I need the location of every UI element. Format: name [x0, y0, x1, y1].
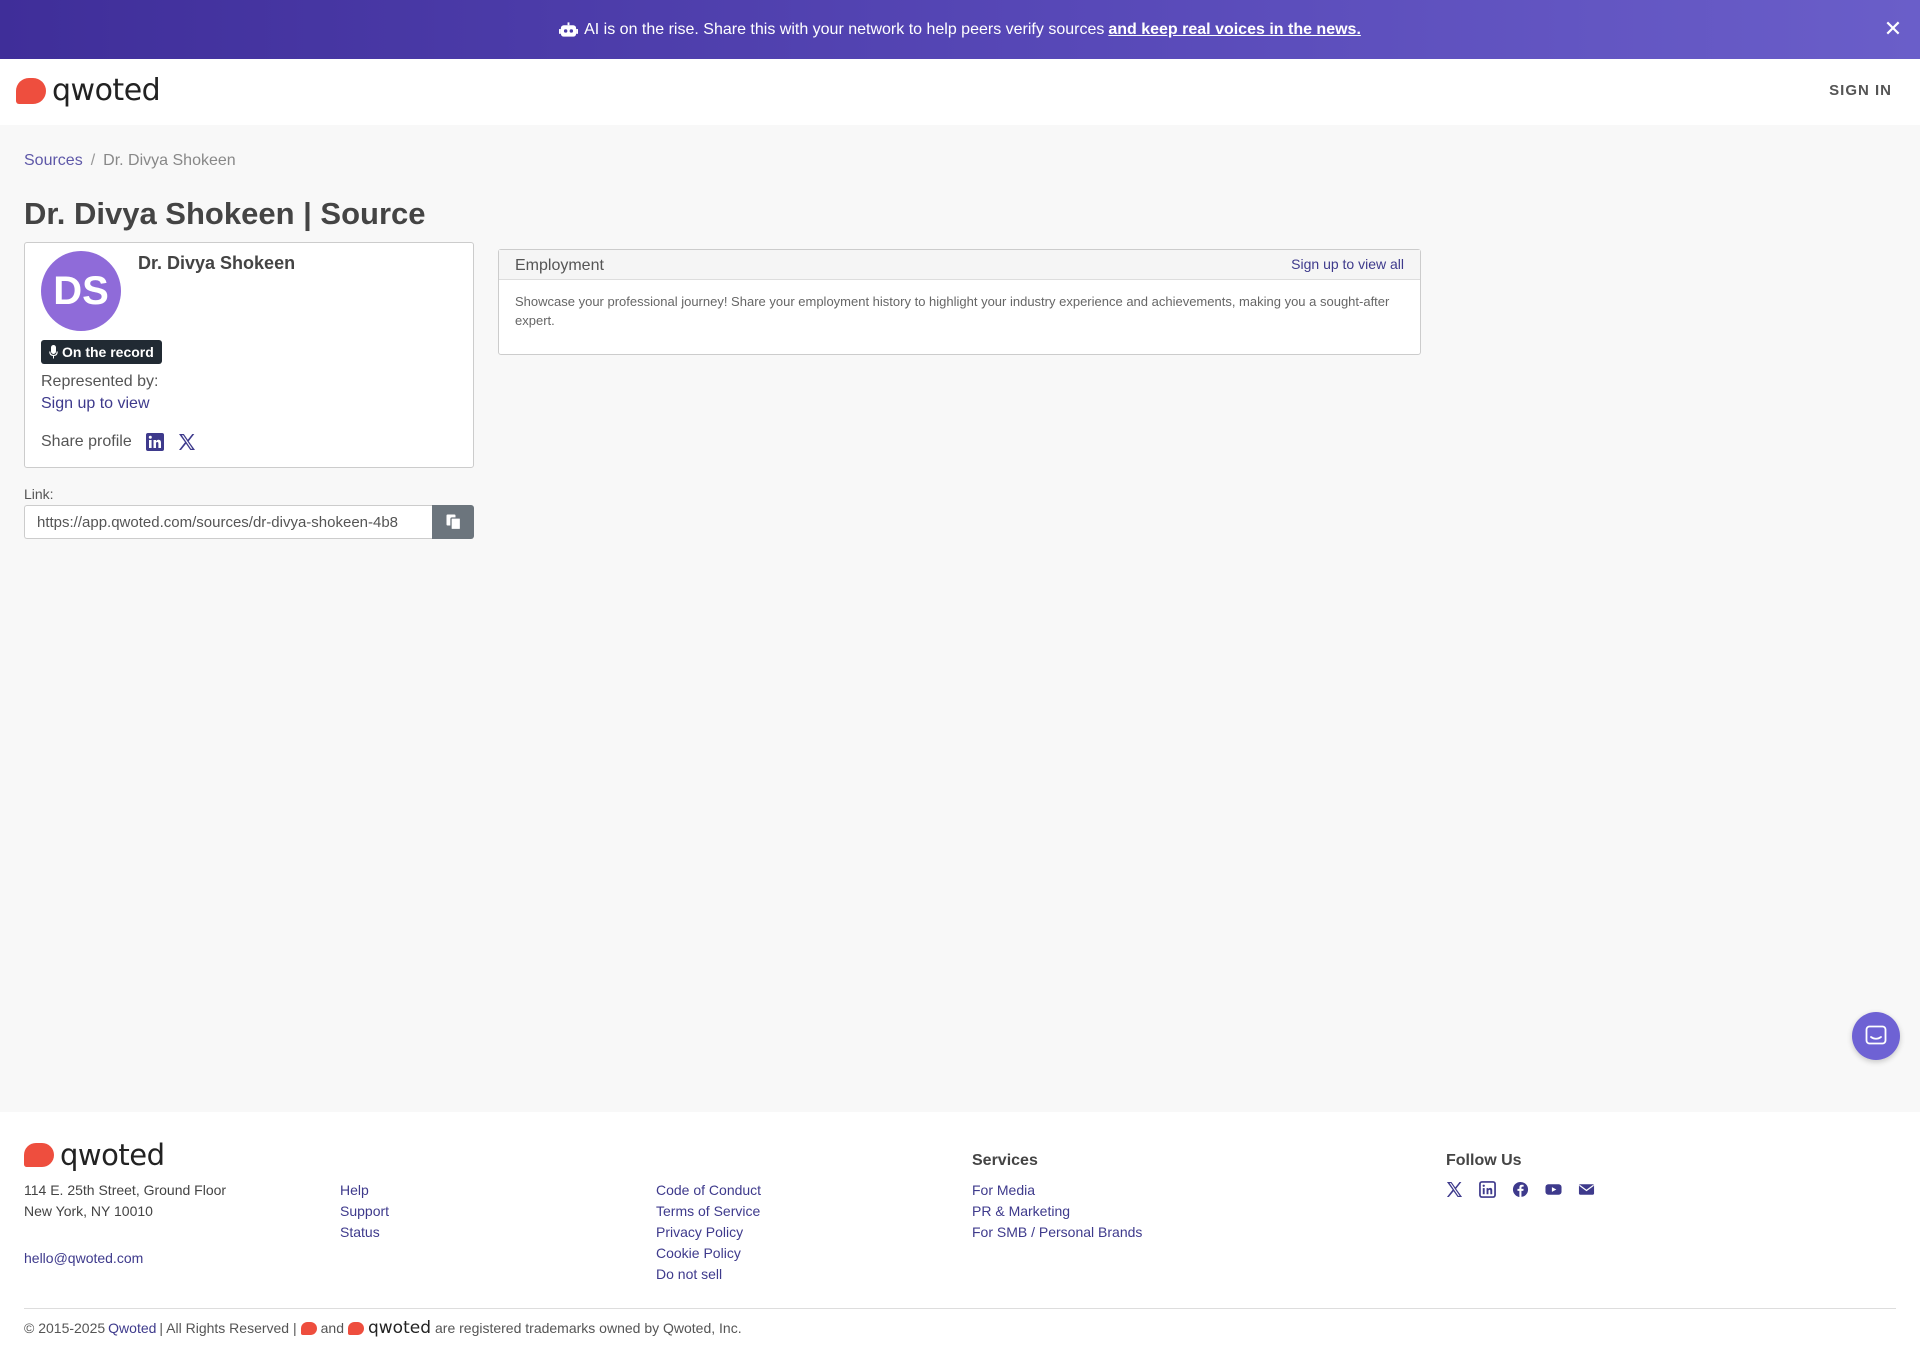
banner-message: AI is on the rise. Share this with your …: [584, 21, 1361, 39]
copy-link-button[interactable]: [432, 505, 474, 539]
robot-icon: [559, 21, 579, 37]
profile-name: Dr. Divya Shokeen: [138, 253, 296, 273]
link-label: Link:: [24, 486, 54, 502]
footer-link-pr-marketing[interactable]: PR & Marketing: [972, 1201, 1142, 1222]
logo-bubble-icon: [300, 1321, 317, 1335]
footer-link-support[interactable]: Support: [340, 1201, 389, 1222]
employment-signup-link[interactable]: Sign up to view all: [1291, 256, 1404, 272]
profile-card: DS Dr. Divya Shokeen On the record Repre…: [24, 242, 474, 468]
footer-link-cookie[interactable]: Cookie Policy: [656, 1243, 761, 1264]
footer: qwoted 114 E. 25th Street, Ground Floor …: [0, 1112, 1920, 1368]
share-profile-label: Share profile: [41, 433, 132, 450]
footer-email-link[interactable]: hello@qwoted.com: [24, 1250, 143, 1266]
footer-address: 114 E. 25th Street, Ground Floor New Yor…: [24, 1180, 226, 1222]
employment-title: Employment: [515, 257, 604, 274]
footer-logo-text: qwoted: [60, 1138, 165, 1172]
chat-launcher-button[interactable]: [1852, 1012, 1900, 1060]
logo-bubble-icon: [24, 1143, 54, 1167]
breadcrumb-separator: /: [90, 152, 96, 169]
chat-icon: [1865, 1025, 1887, 1045]
footer-divider: [24, 1308, 1896, 1309]
breadcrumb-sources[interactable]: Sources: [24, 152, 83, 169]
copyright: © 2015-2025 Qwoted | All Rights Reserved…: [24, 1318, 742, 1338]
profile-link-input[interactable]: [24, 505, 432, 539]
logo-text: qwoted: [52, 73, 161, 108]
banner-text: AI is on the rise. Share this with your …: [584, 20, 1105, 38]
employment-body: Showcase your professional journey! Shar…: [515, 294, 1390, 328]
footer-services-column: For Media PR & Marketing For SMB / Perso…: [972, 1180, 1142, 1243]
footer-link-smb[interactable]: For SMB / Personal Brands: [972, 1222, 1142, 1243]
announcement-banner: AI is on the rise. Share this with your …: [0, 0, 1920, 59]
footer-link-terms[interactable]: Terms of Service: [656, 1201, 761, 1222]
copyright-wordmark: qwoted: [367, 1318, 431, 1338]
footer-help-column: Help Support Status: [340, 1180, 389, 1243]
footer-link-do-not-sell[interactable]: Do not sell: [656, 1264, 761, 1285]
envelope-icon[interactable]: [1578, 1181, 1595, 1198]
top-nav: qwoted SIGN IN: [0, 59, 1920, 125]
avatar: DS: [41, 251, 121, 331]
footer-link-help[interactable]: Help: [340, 1180, 389, 1201]
address-line-2: New York, NY 10010: [24, 1203, 153, 1219]
linkedin-icon[interactable]: [1479, 1181, 1496, 1198]
youtube-icon[interactable]: [1545, 1181, 1562, 1198]
banner-link[interactable]: and keep real voices in the news.: [1108, 21, 1361, 38]
breadcrumb: Sources / Dr. Divya Shokeen: [24, 152, 236, 170]
copyright-rights: | All Rights Reserved |: [159, 1320, 297, 1336]
address-line-1: 114 E. 25th Street, Ground Floor: [24, 1182, 227, 1198]
footer-link-status[interactable]: Status: [340, 1222, 389, 1243]
qwoted-logo[interactable]: qwoted: [16, 73, 161, 108]
microphone-icon: [49, 345, 58, 359]
x-twitter-icon[interactable]: [178, 433, 196, 451]
logo-bubble-icon: [347, 1321, 364, 1335]
employment-header: Employment Sign up to view all: [499, 250, 1420, 280]
footer-link-privacy[interactable]: Privacy Policy: [656, 1222, 761, 1243]
copyright-and: and: [320, 1320, 344, 1336]
badge-label: On the record: [62, 344, 154, 360]
close-icon[interactable]: ✕: [1882, 18, 1904, 40]
x-twitter-icon[interactable]: [1446, 1181, 1463, 1198]
copyright-prefix: © 2015-2025: [24, 1320, 106, 1336]
represented-by-label: Represented by:: [41, 373, 159, 390]
logo-bubble-icon: [16, 77, 46, 104]
copyright-suffix: are registered trademarks owned by Qwote…: [435, 1320, 742, 1336]
sign-in-button[interactable]: SIGN IN: [1829, 82, 1892, 99]
services-heading: Services: [972, 1152, 1038, 1169]
footer-link-code-of-conduct[interactable]: Code of Conduct: [656, 1180, 761, 1201]
footer-legal-column: Code of Conduct Terms of Service Privacy…: [656, 1180, 761, 1285]
breadcrumb-current: Dr. Divya Shokeen: [103, 152, 236, 169]
copyright-qwoted-link[interactable]: Qwoted: [108, 1320, 156, 1336]
social-links: [1446, 1181, 1595, 1198]
follow-us-heading: Follow Us: [1446, 1152, 1522, 1169]
copy-icon: [446, 514, 461, 530]
share-profile: Share profile: [41, 433, 196, 451]
footer-link-for-media[interactable]: For Media: [972, 1180, 1142, 1201]
employment-card: Employment Sign up to view all Showcase …: [498, 249, 1421, 355]
footer-logo[interactable]: qwoted: [24, 1138, 165, 1172]
on-the-record-badge: On the record: [41, 340, 162, 364]
page-title: Dr. Divya Shokeen | Source: [24, 196, 426, 231]
linkedin-icon[interactable]: [145, 433, 164, 451]
facebook-icon[interactable]: [1512, 1181, 1529, 1198]
profile-link-group: [24, 505, 474, 539]
represented-signup-link[interactable]: Sign up to view: [41, 395, 150, 413]
